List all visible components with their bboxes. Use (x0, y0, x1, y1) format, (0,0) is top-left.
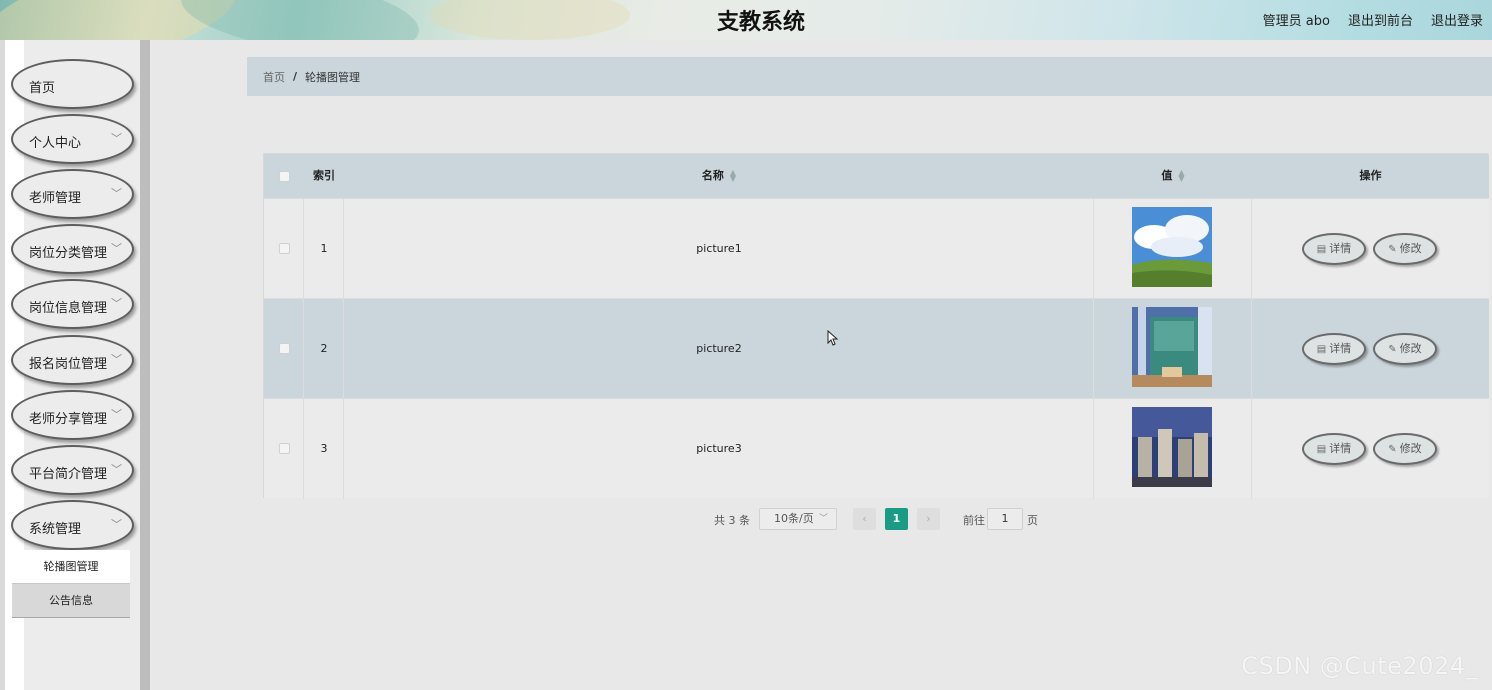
row-checkbox[interactable] (279, 343, 290, 354)
table-row: 1 picture1 ▤ 详情 ✎ 修改 (264, 198, 1489, 298)
column-divider (1093, 198, 1094, 499)
logout-link[interactable]: 退出登录 (1431, 10, 1483, 29)
sidebar-item-label: 岗位分类管理 (29, 246, 108, 261)
sidebar-item-teacher-management[interactable]: 老师管理 ﹀ (11, 169, 134, 219)
column-header-value[interactable]: 值 ▲ ▼ (1094, 154, 1252, 198)
chevron-down-icon: ﹀ (111, 132, 122, 145)
user-links: 管理员 abo 退出到前台 退出登录 (1263, 10, 1483, 29)
breadcrumb-separator: / (293, 70, 298, 83)
sidebar-item-job-info-management[interactable]: 岗位信息管理 ﹀ (11, 279, 134, 329)
chevron-down-icon: ﹀ (818, 514, 828, 524)
table-row: 2 picture2 ▤ 详情 ✎ 修改 (264, 298, 1489, 398)
column-header-index: 索引 (313, 169, 335, 182)
breadcrumb-home[interactable]: 首页 (263, 69, 285, 85)
sidebar-scrollbar (140, 40, 150, 690)
prev-page-button[interactable]: ‹ (853, 508, 876, 530)
page-size-value: 10条/页 (774, 512, 814, 525)
select-all-checkbox[interactable] (279, 171, 290, 182)
pagination-total: 共 3 条 (714, 514, 750, 527)
detail-button[interactable]: ▤ 详情 (1302, 233, 1366, 265)
next-page-button[interactable]: › (917, 508, 940, 530)
row-checkbox[interactable] (279, 243, 290, 254)
sidebar-item-personal-center[interactable]: 个人中心 ﹀ (11, 114, 134, 164)
sidebar-item-job-category-management[interactable]: 岗位分类管理 ﹀ (11, 224, 134, 274)
sidebar-item-home[interactable]: 首页 (11, 59, 134, 109)
chevron-down-icon: ﹀ (111, 242, 122, 255)
sidebar-edge (0, 40, 5, 690)
carousel-image (1132, 407, 1212, 487)
pagination: 共 3 条 10条/页 ﹀ ‹ 1 › 前往 1 页 (0, 508, 1492, 530)
edit-button[interactable]: ✎ 修改 (1373, 433, 1437, 465)
edit-button-label: 修改 (1399, 342, 1422, 355)
row-name: picture2 (696, 342, 742, 355)
page-size-select[interactable]: 10条/页 ﹀ (759, 508, 837, 530)
carousel-image (1132, 307, 1212, 387)
sidebar-item-label: 老师分享管理 (29, 412, 108, 427)
column-header-name[interactable]: 名称 ▲ ▼ (344, 154, 1094, 198)
row-index: 1 (320, 242, 328, 255)
column-divider (343, 198, 344, 499)
edit-button-label: 修改 (1399, 442, 1422, 455)
detail-button[interactable]: ▤ 详情 (1302, 433, 1366, 465)
edit-button[interactable]: ✎ 修改 (1373, 233, 1437, 265)
sidebar-item-label: 平台简介管理 (29, 467, 108, 482)
chevron-down-icon: ﹀ (111, 297, 122, 310)
chevron-down-icon: ﹀ (111, 353, 122, 366)
document-icon: ▤ (1316, 244, 1327, 255)
chevron-down-icon: ﹀ (111, 463, 122, 476)
column-header-value-label: 值 (1161, 169, 1173, 182)
carousel-table: 索引 名称▲▼ 值▲▼ 操作 1 picture1 ▤详情 ✎修改 (263, 153, 1489, 499)
sidebar-item-platform-intro-management[interactable]: 平台简介管理 ﹀ (11, 445, 134, 495)
table-row: 3 picture3 ▤ 详情 ✎ 修改 (264, 398, 1489, 498)
chevron-down-icon: ﹀ (111, 187, 122, 200)
sidebar-item-teacher-share-management[interactable]: 老师分享管理 ﹀ (11, 390, 134, 440)
column-divider (1251, 198, 1252, 499)
sidebar-subitem-carousel-management[interactable]: 轮播图管理 (12, 550, 130, 584)
row-checkbox[interactable] (279, 443, 290, 454)
breadcrumb-current: 轮播图管理 (305, 70, 361, 84)
sidebar-item-application-management[interactable]: 报名岗位管理 ﹀ (11, 335, 134, 385)
edit-button[interactable]: ✎ 修改 (1373, 333, 1437, 365)
pencil-icon: ✎ (1388, 244, 1397, 255)
row-name: picture3 (696, 442, 742, 455)
page-number-button[interactable]: 1 (885, 508, 908, 530)
sidebar-item-label: 个人中心 (29, 136, 82, 151)
column-header-actions: 操作 (1359, 169, 1382, 182)
chevron-down-icon: ﹀ (111, 408, 122, 421)
document-icon: ▤ (1316, 344, 1327, 355)
detail-button[interactable]: ▤ 详情 (1302, 333, 1366, 365)
breadcrumb: 首页 / 轮播图管理 (247, 57, 1492, 96)
sidebar: 首页 个人中心 ﹀ 老师管理 ﹀ 岗位分类管理 ﹀ 岗位信息管理 ﹀ 报名岗位管… (0, 40, 150, 690)
pencil-icon: ✎ (1388, 444, 1397, 455)
back-to-front-link[interactable]: 退出到前台 (1348, 10, 1413, 29)
top-header: 支教系统 管理员 abo 退出到前台 退出登录 (0, 0, 1492, 40)
pencil-icon: ✎ (1388, 344, 1397, 355)
sort-icon[interactable]: ▲ ▼ (1178, 169, 1184, 183)
sidebar-item-label: 首页 (29, 81, 56, 96)
table-header: 索引 名称 ▲ ▼ 值 ▲ ▼ 操作 (264, 154, 1489, 198)
row-index: 2 (320, 342, 328, 355)
sidebar-item-label: 老师管理 (29, 191, 82, 206)
watermark: CSDN @Cute2024_ (1241, 652, 1478, 680)
row-name: picture1 (696, 242, 742, 255)
detail-button-label: 详情 (1329, 242, 1352, 255)
column-header-name-label: 名称 (701, 169, 724, 182)
row-index: 3 (320, 442, 328, 455)
carousel-image (1132, 207, 1212, 287)
sidebar-item-label: 岗位信息管理 (29, 301, 108, 316)
page-unit-label: 页 (1027, 514, 1038, 527)
admin-user-label: 管理员 abo (1262, 14, 1330, 29)
detail-button-label: 详情 (1329, 442, 1352, 455)
sort-icon[interactable]: ▲ ▼ (730, 169, 736, 183)
sidebar-subitem-announcements[interactable]: 公告信息 (12, 584, 130, 618)
goto-label: 前往 (963, 514, 985, 527)
detail-button-label: 详情 (1329, 342, 1352, 355)
goto-page-input[interactable]: 1 (987, 508, 1023, 530)
mouse-cursor-icon (827, 330, 839, 346)
sidebar-item-label: 报名岗位管理 (29, 357, 108, 372)
document-icon: ▤ (1316, 444, 1327, 455)
edit-button-label: 修改 (1399, 242, 1422, 255)
column-divider (303, 198, 304, 499)
